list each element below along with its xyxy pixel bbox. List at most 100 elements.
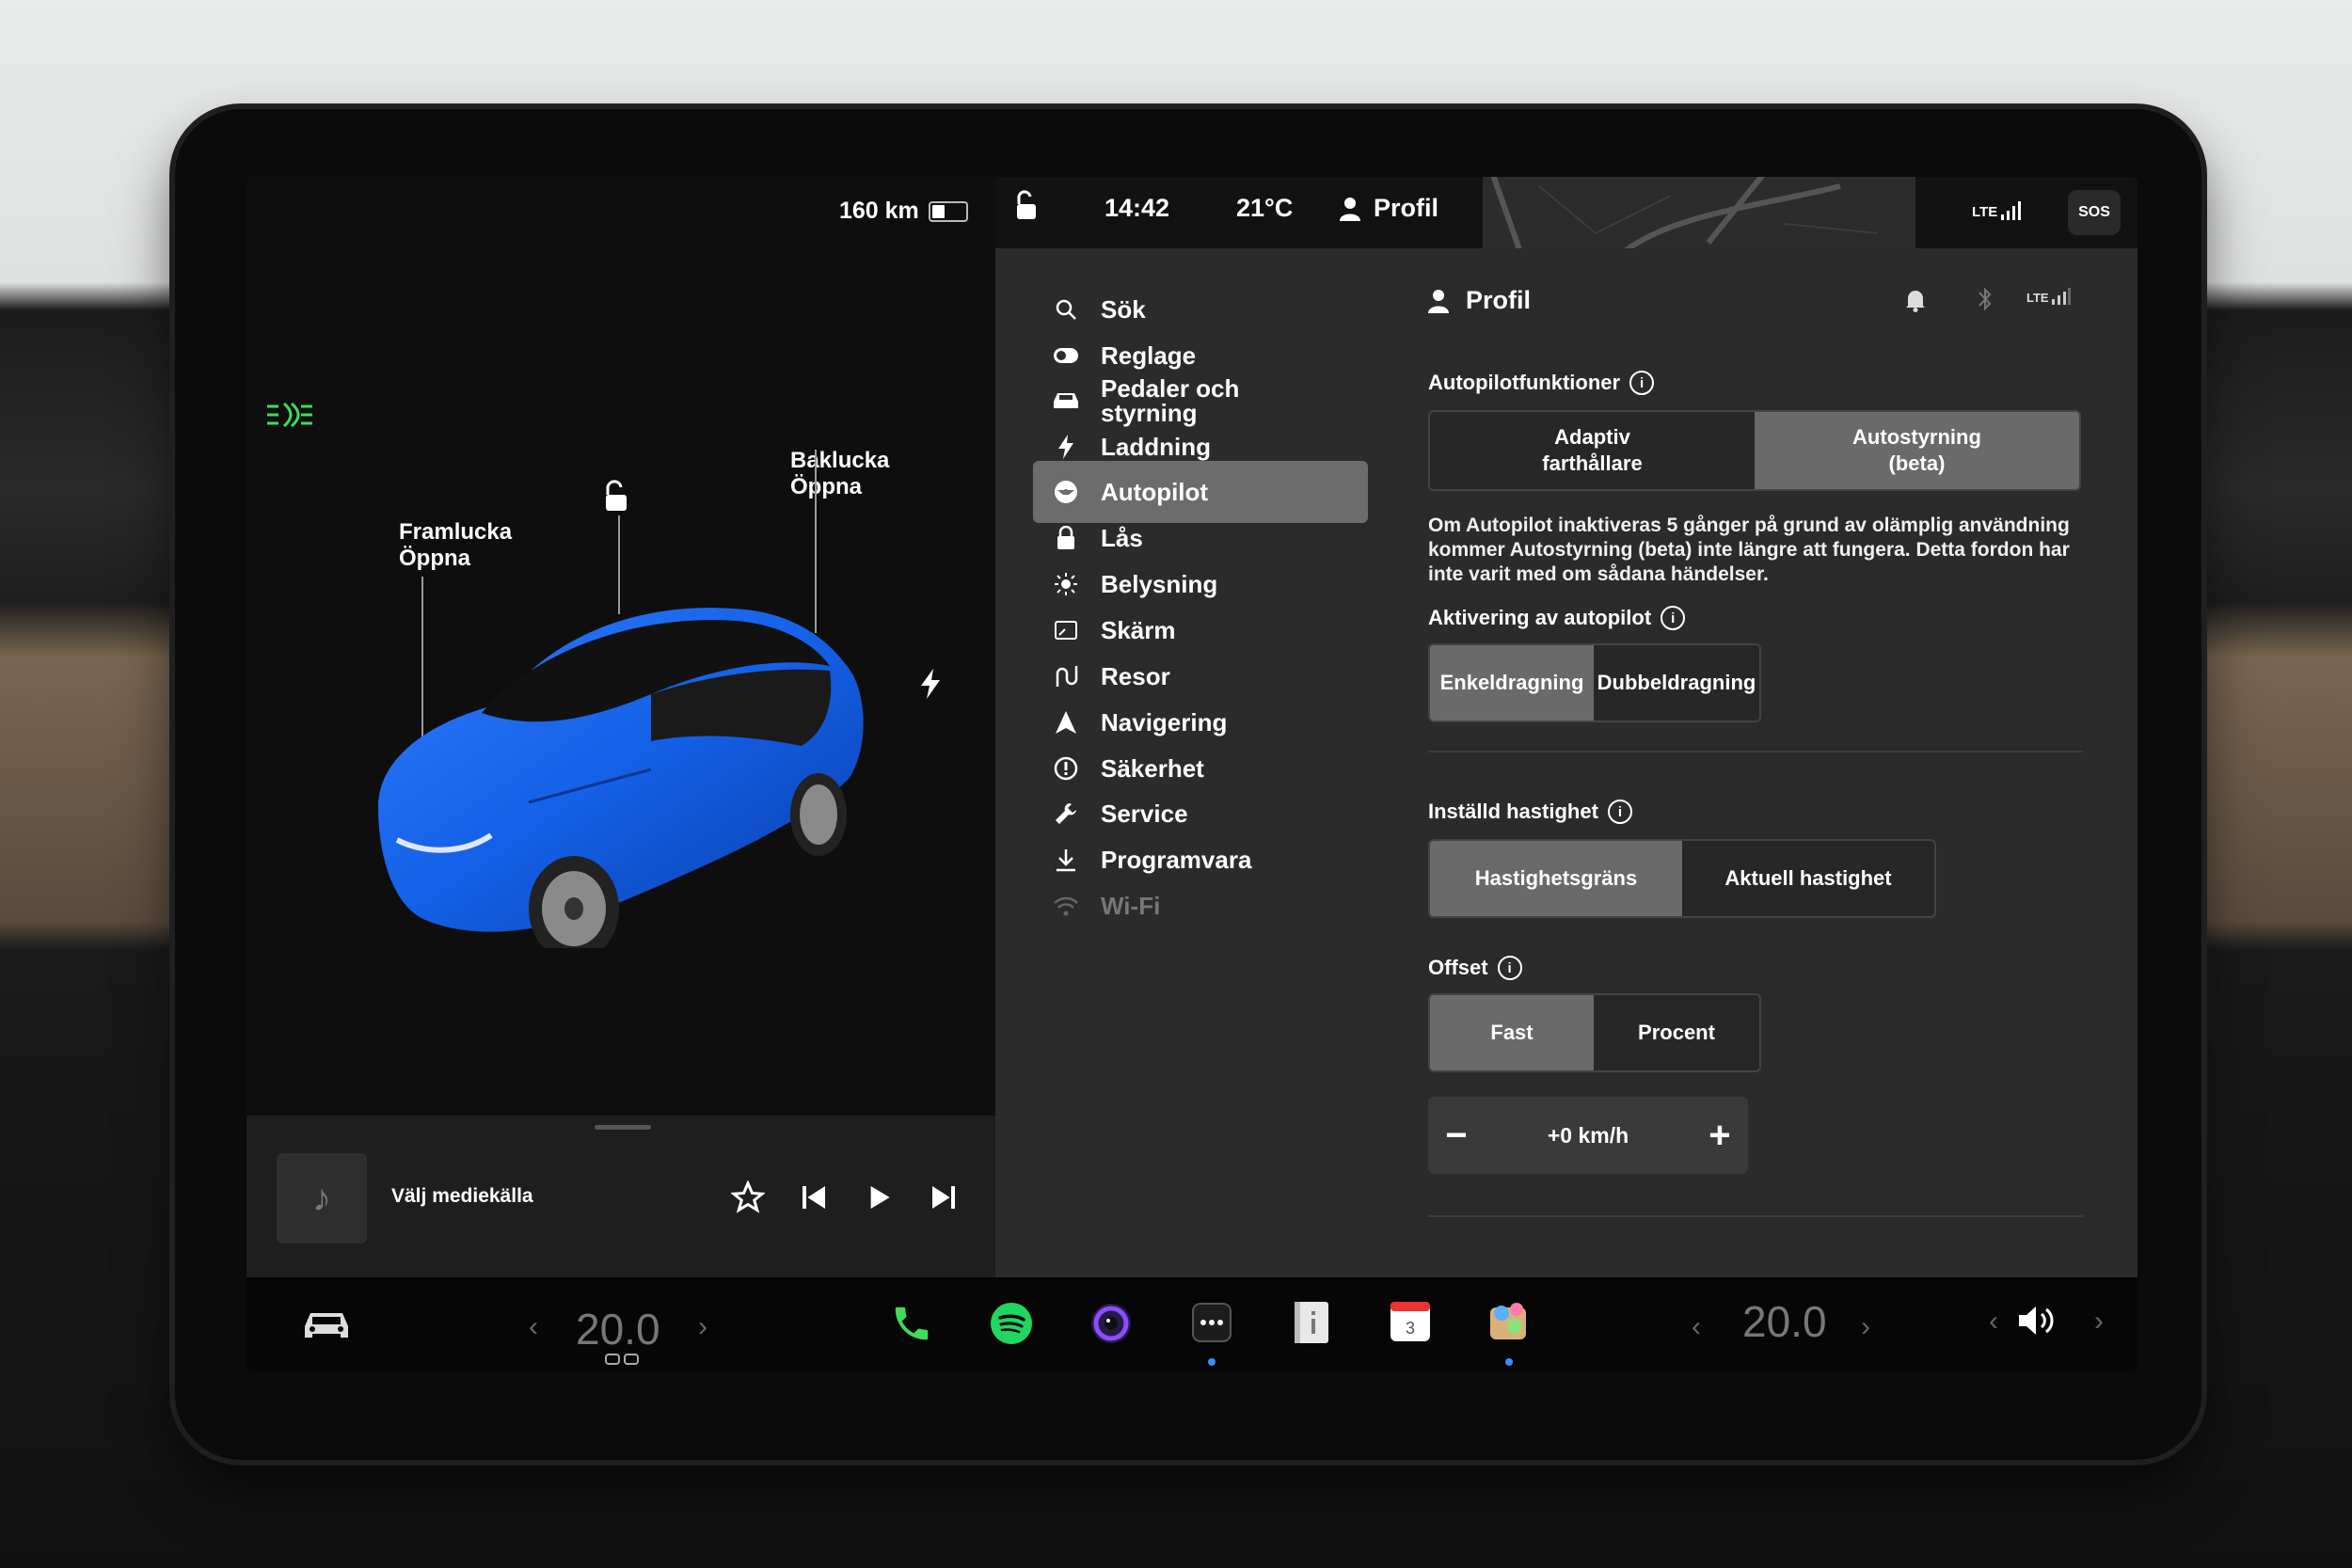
temp-left-increase-chevron-icon[interactable]: › <box>698 1311 707 1343</box>
sos-button[interactable]: SOS <box>2068 190 2121 235</box>
screen-icon <box>1050 620 1082 641</box>
spotify-icon[interactable] <box>990 1302 1033 1345</box>
sidebar-item-label: Service <box>1101 799 1188 828</box>
set-speed-title: Inställd hastighet i <box>1428 800 1632 824</box>
driver-temperature[interactable]: 20.0 <box>576 1304 660 1354</box>
bluetooth-icon[interactable] <box>1976 286 1994 317</box>
more-apps-icon[interactable] <box>1191 1302 1232 1343</box>
sidebar-item-wi-fi[interactable]: Wi-Fi <box>1033 875 1368 937</box>
notification-dot <box>1505 1358 1513 1366</box>
autopilot-description: Om Autopilot inaktiveras 5 gånger på gru… <box>1428 515 2070 585</box>
media-drag-handle[interactable] <box>595 1125 651 1130</box>
touchscreen: 160 km Framlucka Öppna Baklucka Öppna ♪ … <box>246 177 2137 1371</box>
safety-icon <box>1050 756 1082 781</box>
phone-icon[interactable] <box>890 1302 933 1345</box>
temp-right-decrease-chevron-icon[interactable]: ‹ <box>1692 1311 1701 1343</box>
front-trunk-label[interactable]: Framlucka Öppna <box>399 519 512 572</box>
outside-temperature: 21°C <box>1236 194 1294 222</box>
sidebar-item-label: Skärm <box>1101 615 1176 644</box>
set-speed-selector: Hastighetsgräns Aktuell hastighet <box>1428 839 1936 918</box>
rear-trunk-label[interactable]: Baklucka Öppna <box>790 448 889 500</box>
lte-signal-icon: LTE <box>1972 201 2022 220</box>
manual-info-icon[interactable] <box>1291 1300 1332 1345</box>
notification-dot <box>1208 1358 1216 1366</box>
sidebar-item-label: Belysning <box>1101 569 1218 598</box>
lock-icon <box>1050 526 1082 550</box>
minus-icon[interactable]: − <box>1428 1115 1485 1157</box>
profile-label: Profil <box>1374 194 1439 222</box>
set-speed-option-1[interactable]: Hastighetsgräns <box>1430 841 1682 916</box>
sidebar-item-label: Resor <box>1101 661 1170 690</box>
car-icon <box>1050 390 1082 411</box>
autopilot-features-option-2[interactable]: Autostyrning (beta) <box>1755 412 2079 489</box>
map-preview[interactable] <box>1483 177 1915 248</box>
toggle-icon <box>1050 347 1082 364</box>
sidebar-item-label: Navigering <box>1101 707 1228 736</box>
offset-selector: Fast Procent <box>1428 993 1761 1072</box>
person-icon <box>1340 197 1360 221</box>
set-speed-option-2[interactable]: Aktuell hastighet <box>1682 841 1934 916</box>
sidebar-item-label: Reglage <box>1101 341 1197 370</box>
car-icon[interactable] <box>299 1306 354 1343</box>
section-divider <box>1428 1215 2083 1217</box>
previous-track-icon[interactable] <box>790 1174 837 1221</box>
front-trunk-title: Framlucka <box>399 519 513 545</box>
headlight-indicator-icon <box>265 401 314 437</box>
info-icon[interactable]: i <box>1629 371 1655 395</box>
autopilot-features-option-1[interactable]: Adaptiv farthållare <box>1430 412 1755 489</box>
media-source-label[interactable]: Välj mediekälla <box>391 1185 533 1208</box>
lock-status-icon[interactable] <box>1012 190 1041 229</box>
search-icon <box>1050 298 1082 321</box>
unlock-icon[interactable] <box>599 480 633 518</box>
lte-small-label: LTE <box>2026 291 2049 305</box>
activation-selector: Enkeldragning Dubbeldragning <box>1428 643 1761 722</box>
passenger-temperature[interactable]: 20.0 <box>1742 1296 1827 1347</box>
battery-icon <box>928 200 968 222</box>
info-icon[interactable]: i <box>1661 606 1686 630</box>
navigation-icon <box>1050 710 1082 735</box>
activation-option-2[interactable]: Dubbeldragning <box>1594 645 1759 721</box>
profile-button[interactable]: Profil <box>1340 194 1438 223</box>
plus-icon[interactable]: + <box>1692 1115 1748 1157</box>
next-track-icon[interactable] <box>920 1174 967 1221</box>
calendar-icon[interactable]: 3 <box>1389 1300 1432 1343</box>
charge-port-icon[interactable] <box>918 668 943 705</box>
info-icon[interactable]: i <box>1607 800 1632 824</box>
trips-icon <box>1050 664 1082 689</box>
activation-option-1[interactable]: Enkeldragning <box>1430 645 1594 721</box>
sidebar-item-label: Laddning <box>1101 432 1211 461</box>
sidebar-item-label: Sök <box>1101 294 1146 324</box>
bell-icon[interactable] <box>1904 288 1927 317</box>
steering-wheel-icon <box>1050 479 1082 505</box>
calendar-day: 3 <box>1406 1319 1415 1338</box>
range-value: 160 km <box>839 198 919 224</box>
camera-icon[interactable] <box>1089 1302 1133 1345</box>
car-model-image <box>378 608 864 948</box>
download-icon <box>1050 847 1082 872</box>
volume-down-chevron-icon[interactable]: ‹ <box>1989 1306 1998 1338</box>
autopilot-features-selector: Adaptiv farthållare Autostyrning (beta) <box>1428 410 2081 491</box>
settings-content: Profil LTE Autopilotfunktioner i Adaptiv… <box>1428 248 2106 1277</box>
lte-icon: LTE <box>2026 288 2071 305</box>
temp-right-increase-chevron-icon[interactable]: › <box>1861 1311 1870 1343</box>
music-note-icon[interactable]: ♪ <box>277 1153 367 1243</box>
info-icon[interactable]: i <box>1497 956 1522 980</box>
offset-value: +0 km/h <box>1547 1122 1629 1148</box>
volume-icon[interactable] <box>2015 1302 2060 1339</box>
volume-up-chevron-icon[interactable]: › <box>2094 1306 2104 1338</box>
rear-trunk-title: Baklucka <box>790 448 890 473</box>
sidebar-item-label: Lås <box>1101 523 1143 552</box>
play-icon[interactable] <box>856 1174 903 1221</box>
activation-title: Aktivering av autopilot i <box>1428 606 1686 630</box>
car-status-panel: 160 km Framlucka Öppna Baklucka Öppna <box>246 177 995 1277</box>
content-header[interactable]: Profil <box>1428 286 1531 315</box>
offset-option-2[interactable]: Procent <box>1594 995 1759 1070</box>
section-divider <box>1428 751 2083 752</box>
toybox-icon[interactable] <box>1486 1298 1532 1343</box>
temp-left-decrease-chevron-icon[interactable]: ‹ <box>529 1311 538 1343</box>
sos-label: SOS <box>2078 204 2110 220</box>
favorite-star-icon[interactable] <box>724 1174 771 1221</box>
offset-option-1[interactable]: Fast <box>1430 995 1594 1070</box>
seat-heater-icon[interactable] <box>604 1353 642 1371</box>
set-speed-label: Inställd hastighet <box>1428 800 1598 823</box>
